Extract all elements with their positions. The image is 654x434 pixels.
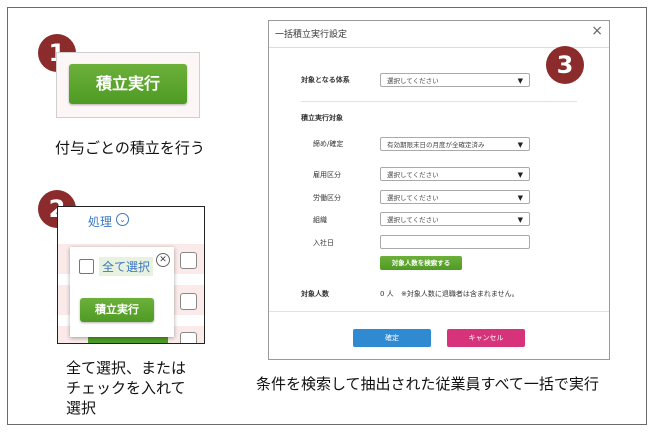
count-value: 0 人 xyxy=(380,290,394,298)
target-system-select[interactable]: 選択してください ▼ xyxy=(380,73,530,87)
dialog-title: 一括積立実行設定 xyxy=(275,30,348,40)
cutoff-select[interactable]: 有効期限末日の月度が全確定済み ▼ xyxy=(380,137,530,151)
close-icon[interactable]: ✕ xyxy=(156,253,170,267)
dropdown-arrow-icon: ▼ xyxy=(517,141,523,149)
caption-2-line: チェックを入れて xyxy=(66,379,186,397)
labor-value: 選択してください xyxy=(387,194,439,202)
accumulate-button[interactable]: 積立実行 xyxy=(69,64,187,104)
hire-date-label: 入社日 xyxy=(313,239,334,247)
caption-3: 条件を検索して抽出された従業員すべて一括で実行 xyxy=(256,375,599,393)
process-menu-label[interactable]: 処理 xyxy=(88,213,112,230)
panel-1: 積立実行 xyxy=(56,52,200,118)
confirm-button[interactable]: 確定 xyxy=(353,329,431,347)
panel-2-header: 処理 ⌄ xyxy=(58,207,204,237)
caption-1: 付与ごとの積立を行う xyxy=(55,139,205,157)
count-note: ※対象人数に退職者は含まれません。 xyxy=(401,290,519,298)
chevron-down-icon[interactable]: ⌄ xyxy=(116,213,129,226)
org-label: 組織 xyxy=(313,216,327,224)
panel-2: 処理 ⌄ 全て選択 ✕ 積立実行 xyxy=(57,206,205,344)
count-label: 対象人数 xyxy=(301,290,329,298)
hidden-execute-button xyxy=(88,337,168,343)
execute-button[interactable]: 積立実行 xyxy=(80,298,154,322)
org-select[interactable]: 選択してください ▼ xyxy=(380,212,530,226)
step-badge-3: 3 xyxy=(546,46,584,84)
divider xyxy=(301,101,577,102)
row-checkbox[interactable] xyxy=(180,293,197,310)
dropdown-arrow-icon: ▼ xyxy=(517,194,523,202)
target-system-value: 選択してください xyxy=(387,77,439,85)
target-system-label: 対象となる体系 xyxy=(301,76,350,84)
select-all-label[interactable]: 全て選択 xyxy=(99,257,154,276)
hire-date-input[interactable] xyxy=(380,235,530,249)
org-value: 選択してください xyxy=(387,216,439,224)
employment-label: 雇用区分 xyxy=(313,171,341,179)
dropdown-arrow-icon: ▼ xyxy=(517,216,523,224)
cancel-button[interactable]: キャンセル xyxy=(447,329,525,347)
employment-value: 選択してください xyxy=(387,171,439,179)
process-dropdown: 全て選択 ✕ 積立実行 xyxy=(70,247,174,337)
labor-select[interactable]: 選択してください ▼ xyxy=(380,190,530,204)
labor-label: 労働区分 xyxy=(313,194,341,202)
search-count-button[interactable]: 対象人数を検索する xyxy=(380,256,462,270)
caption-2-line: 選択 xyxy=(66,399,97,417)
row-checkbox[interactable] xyxy=(180,332,197,343)
row-checkbox[interactable] xyxy=(180,252,197,269)
section-label: 積立実行対象 xyxy=(301,114,343,122)
employment-select[interactable]: 選択してください ▼ xyxy=(380,167,530,181)
cutoff-value: 有効期限末日の月度が全確定済み xyxy=(387,141,485,149)
divider xyxy=(269,311,609,312)
dropdown-arrow-icon: ▼ xyxy=(517,171,523,179)
dropdown-arrow-icon: ▼ xyxy=(517,77,523,85)
close-icon[interactable]: × xyxy=(591,23,603,39)
caption-2: 全て選択、または チェックを入れて 選択 xyxy=(66,358,186,418)
cutoff-label: 締め/確定 xyxy=(313,140,344,148)
select-all-checkbox[interactable] xyxy=(79,259,94,274)
caption-2-line: 全て選択、または xyxy=(66,359,187,377)
